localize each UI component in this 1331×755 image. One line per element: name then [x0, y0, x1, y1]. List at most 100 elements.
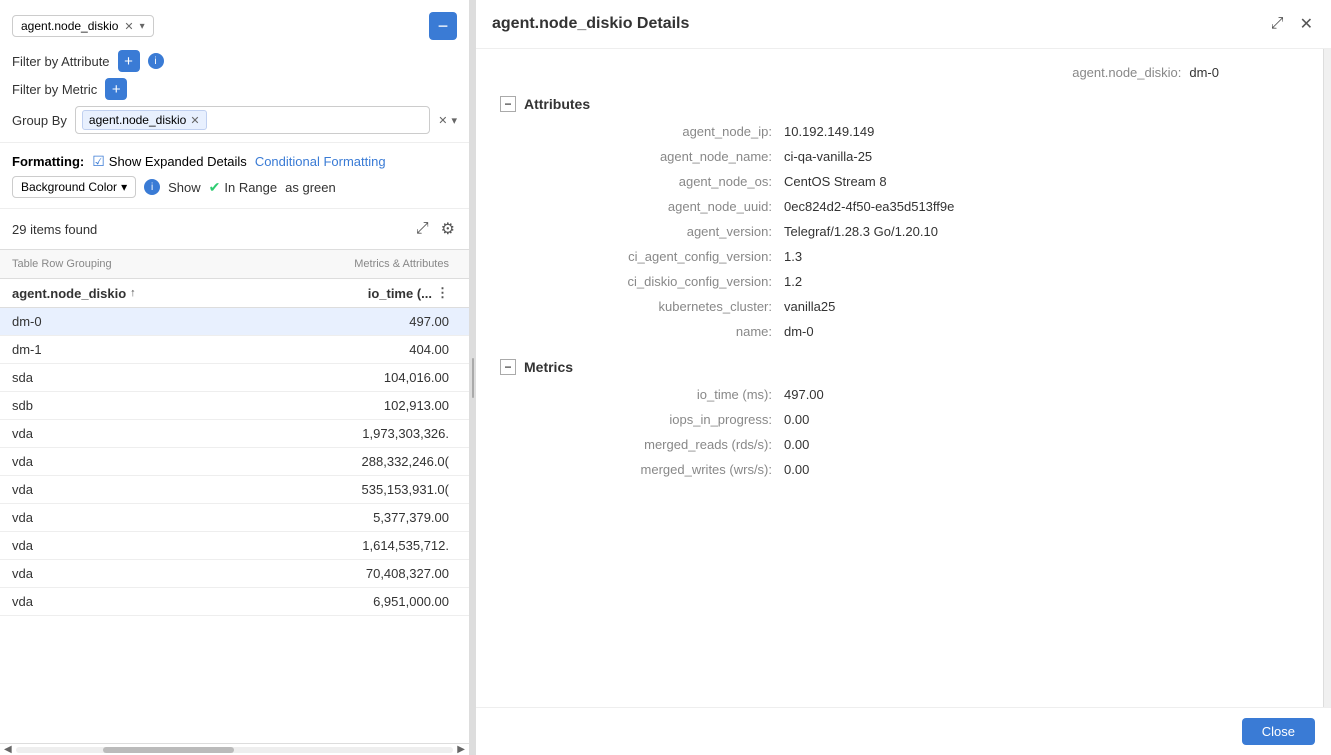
attributes-collapse-icon[interactable]: − [500, 96, 516, 112]
metrics-collapse-icon[interactable]: − [500, 359, 516, 375]
table-row[interactable]: vda 1,973,303,326. [0, 420, 469, 448]
formatting-info-icon[interactable]: i [144, 179, 160, 195]
table-scroll[interactable]: dm-0 497.00 dm-1 404.00 sda 104,016.00 s… [0, 308, 469, 743]
group-by-clear-icon[interactable]: ✕ [438, 114, 447, 127]
row-name: vda [0, 588, 337, 615]
attribute-row: kubernetes_cluster: vanilla25 [524, 299, 1299, 314]
row-name: vda [0, 448, 337, 475]
in-range-badge: ✔ In Range [209, 179, 278, 196]
row-value: 288,332,246.0( [337, 448, 457, 475]
metric-key: io_time (ms): [524, 387, 784, 402]
right-panel: agent.node_diskio Details ⤢ ✕ agent.node… [476, 0, 1331, 755]
row-name: sda [0, 364, 337, 391]
table-row[interactable]: vda 535,153,931.0( [0, 476, 469, 504]
filter-attribute-label: Filter by Attribute [12, 54, 110, 69]
close-button[interactable]: Close [1242, 718, 1315, 745]
attribute-tag[interactable]: agent.node_diskio ✕ ▾ [12, 15, 154, 37]
table-settings-icon[interactable]: ⚙ [439, 217, 457, 241]
filter-attribute-add-button[interactable]: + [118, 50, 140, 72]
group-by-input[interactable]: agent.node_diskio ✕ [75, 106, 430, 134]
attribute-row: name: dm-0 [524, 324, 1299, 339]
formatting-label: Formatting: [12, 154, 84, 169]
show-label: Show [168, 180, 201, 195]
expand-icon-button[interactable]: ⤢ [1269, 13, 1286, 35]
right-scrollbar[interactable] [1323, 49, 1331, 707]
col-header-group: Table Row Grouping [0, 254, 337, 274]
filter-metric-add-button[interactable]: + [105, 78, 127, 100]
row-name: vda [0, 420, 337, 447]
table-area: 29 items found ⤢ ⚙ Table Row Grouping Me… [0, 209, 469, 755]
scroll-right-arrow-icon[interactable]: ▶ [457, 744, 465, 755]
left-panel: agent.node_diskio ✕ ▾ − Filter by Attrib… [0, 0, 470, 755]
right-content: agent.node_diskio: dm-0 − Attributes age… [476, 49, 1323, 707]
row-value: 5,377,379.00 [337, 504, 457, 531]
table-row[interactable]: dm-1 404.00 [0, 336, 469, 364]
row-name: sdb [0, 392, 337, 419]
attr-val: 1.2 [784, 274, 802, 289]
attr-val: Telegraf/1.28.3 Go/1.20.10 [784, 224, 938, 239]
col-header-metrics: Metrics & Attributes [337, 254, 457, 274]
close-panel-button[interactable]: ✕ [1298, 12, 1315, 36]
attr-val: vanilla25 [784, 299, 835, 314]
attr-val: ci-qa-vanilla-25 [784, 149, 872, 164]
row-name: dm-1 [0, 336, 337, 363]
group-by-tag: agent.node_diskio ✕ [82, 110, 207, 130]
attr-key: ci_diskio_config_version: [524, 274, 784, 289]
left-top-controls: agent.node_diskio ✕ ▾ − Filter by Attrib… [0, 0, 469, 143]
row-value: 102,913.00 [337, 392, 457, 419]
show-expanded-checkbox-icon[interactable]: ☑ [92, 153, 105, 170]
show-expanded-row[interactable]: ☑ Show Expanded Details [92, 153, 247, 170]
scroll-left-arrow-icon[interactable]: ◀ [4, 744, 12, 755]
filter-attribute-info-icon[interactable]: i [148, 53, 164, 69]
sub-col-metric-label: io_time (... [368, 286, 432, 301]
table-row[interactable]: sdb 102,913.00 [0, 392, 469, 420]
attr-key: agent_node_name: [524, 149, 784, 164]
attr-val: CentOS Stream 8 [784, 174, 887, 189]
attr-val: 0ec824d2-4f50-ea35d513ff9e [784, 199, 954, 214]
background-color-arrow-icon[interactable]: ▾ [121, 180, 127, 194]
conditional-formatting-link[interactable]: Conditional Formatting [255, 154, 386, 169]
sub-col-name[interactable]: agent.node_diskio ↑ [0, 280, 337, 307]
table-row[interactable]: vda 6,951,000.00 [0, 588, 469, 616]
metric-row: merged_reads (rds/s): 0.00 [524, 437, 1299, 452]
scroll-track [16, 747, 454, 753]
metric-key: merged_writes (wrs/s): [524, 462, 784, 477]
metrics-section-label: Metrics [524, 359, 573, 375]
metric-val: 497.00 [784, 387, 824, 402]
filter-metric-row: Filter by Metric + [12, 78, 457, 100]
table-row[interactable]: dm-0 497.00 [0, 308, 469, 336]
metric-row: merged_writes (wrs/s): 0.00 [524, 462, 1299, 477]
kebab-icon[interactable]: ⋮ [436, 285, 449, 301]
group-by-row: Group By agent.node_diskio ✕ ✕ ▾ [12, 106, 457, 134]
row-value: 70,408,327.00 [337, 560, 457, 587]
sub-col-metric[interactable]: io_time (... ⋮ [337, 279, 457, 307]
filter-attribute-row: Filter by Attribute + i [12, 50, 457, 72]
group-by-tag-close-icon[interactable]: ✕ [190, 114, 199, 127]
top-kv-val: dm-0 [1189, 65, 1219, 80]
table-sub-header: agent.node_diskio ↑ io_time (... ⋮ [0, 279, 469, 308]
table-row[interactable]: vda 288,332,246.0( [0, 448, 469, 476]
attr-val: dm-0 [784, 324, 814, 339]
top-kv-pair: agent.node_diskio: dm-0 [1072, 65, 1219, 80]
sort-arrow-icon[interactable]: ↑ [130, 287, 136, 299]
minus-button[interactable]: − [429, 12, 457, 40]
group-by-tag-label: agent.node_diskio [89, 113, 186, 127]
background-color-dropdown[interactable]: Background Color ▾ [12, 176, 136, 198]
attribute-row: agent_node_uuid: 0ec824d2-4f50-ea35d513f… [524, 199, 1299, 214]
as-green-label: as green [285, 180, 336, 195]
right-header-icons: ⤢ ✕ [1269, 12, 1315, 36]
tag-row: agent.node_diskio ✕ ▾ − [12, 12, 457, 40]
attribute-tag-dropdown-icon[interactable]: ▾ [140, 21, 145, 32]
table-row[interactable]: vda 1,614,535,712. [0, 532, 469, 560]
attribute-tag-label: agent.node_diskio [21, 19, 118, 33]
table-expand-icon[interactable]: ⤢ [414, 218, 431, 240]
attribute-row: ci_agent_config_version: 1.3 [524, 249, 1299, 264]
table-row[interactable]: sda 104,016.00 [0, 364, 469, 392]
group-by-dropdown-icon[interactable]: ▾ [451, 114, 457, 127]
table-row[interactable]: vda 5,377,379.00 [0, 504, 469, 532]
table-row[interactable]: vda 70,408,327.00 [0, 560, 469, 588]
row-value: 535,153,931.0( [337, 476, 457, 503]
attribute-tag-close-icon[interactable]: ✕ [124, 20, 133, 33]
row-value: 497.00 [337, 308, 457, 335]
horizontal-scrollbar[interactable]: ◀ ▶ [0, 743, 469, 755]
